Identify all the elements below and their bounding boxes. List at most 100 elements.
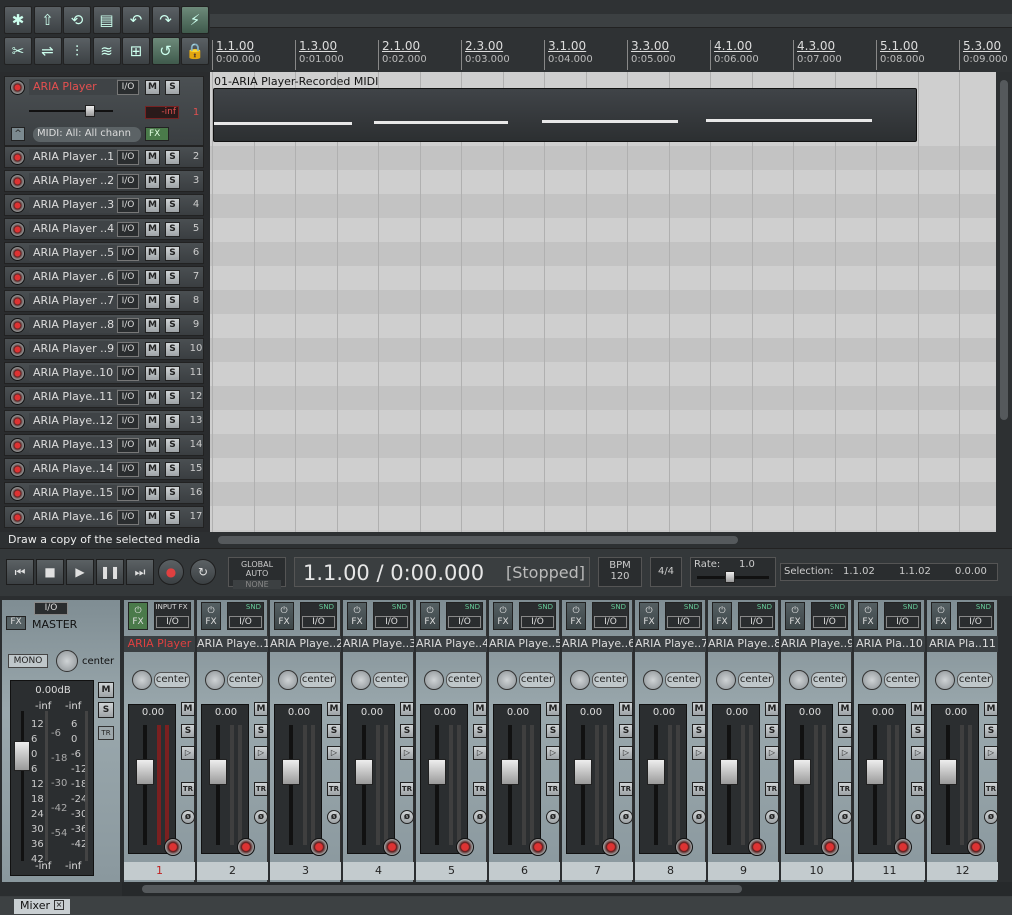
monitor-icon[interactable]: ▷ — [546, 746, 560, 760]
solo-button[interactable]: S — [165, 318, 180, 333]
track-name[interactable]: ARIA Playe..15 — [29, 485, 117, 501]
record-arm-button[interactable] — [383, 838, 401, 856]
lock-icon[interactable]: 🔒 — [181, 37, 209, 65]
track-row[interactable]: ARIA Player ..6 I/O M S 7 — [4, 266, 204, 288]
track-name[interactable]: ARIA Player ..5 — [29, 245, 117, 261]
volume-fader[interactable] — [939, 759, 957, 785]
record-arm-button[interactable] — [10, 438, 25, 453]
trim-button[interactable]: TR — [254, 782, 268, 796]
mute-button[interactable]: M — [911, 702, 925, 716]
mute-button[interactable]: M — [181, 702, 195, 716]
phase-icon[interactable]: ø — [619, 810, 633, 824]
fader-track[interactable] — [216, 725, 220, 845]
phase-icon[interactable]: ø — [984, 810, 998, 824]
mute-button[interactable]: M — [984, 702, 998, 716]
record-arm-button[interactable] — [529, 838, 547, 856]
volume-fader[interactable] — [282, 759, 300, 785]
io-button[interactable]: I/O — [667, 616, 700, 628]
solo-button[interactable]: S — [165, 366, 180, 381]
mono-button[interactable]: MONO — [8, 654, 48, 668]
mute-button[interactable]: M — [145, 486, 160, 501]
solo-button[interactable]: S — [165, 342, 180, 357]
track-row[interactable]: ARIA Playe..15 I/O M S 16 — [4, 482, 204, 504]
track-lane[interactable] — [210, 410, 996, 434]
track-row[interactable]: ARIA Playe..14 I/O M S 15 — [4, 458, 204, 480]
monitor-icon[interactable]: ▷ — [181, 746, 195, 760]
record-arm-button[interactable] — [10, 342, 25, 357]
pan-knob[interactable] — [789, 670, 809, 690]
pan-knob[interactable] — [132, 670, 152, 690]
time-signature[interactable]: 4/4 — [650, 557, 682, 587]
track-lane[interactable] — [210, 146, 996, 170]
track-name[interactable]: ARIA Player ..7 — [29, 293, 117, 309]
io-button[interactable]: I/O — [375, 616, 408, 628]
io-button[interactable]: I/O — [117, 222, 139, 237]
io-button[interactable]: I/O — [117, 174, 139, 189]
record-arm-button[interactable] — [310, 838, 328, 856]
pan-knob[interactable] — [424, 670, 444, 690]
trim-button[interactable]: TR — [765, 782, 779, 796]
strip-name[interactable]: ARIA Playe..3 — [343, 636, 414, 652]
phase-icon[interactable]: ø — [327, 810, 341, 824]
go-to-end-button[interactable]: ⏭ — [126, 559, 154, 585]
open-project-icon[interactable]: ⇧ — [33, 6, 62, 34]
monitor-icon[interactable]: ▷ — [400, 746, 414, 760]
solo-button[interactable]: S — [165, 414, 180, 429]
io-button[interactable]: I/O — [117, 150, 139, 165]
fx-button[interactable]: ⏻ FX — [201, 602, 221, 630]
io-button[interactable]: I/O — [117, 486, 139, 501]
master-fader[interactable] — [14, 741, 30, 771]
mute-button[interactable]: M — [619, 702, 633, 716]
fx-button[interactable]: FX — [145, 127, 169, 141]
monitor-icon[interactable]: ▷ — [984, 746, 998, 760]
strip-name[interactable]: ARIA Playe..8 — [708, 636, 779, 652]
mute-button[interactable]: M — [473, 702, 487, 716]
track-name[interactable]: ARIA Playe..16 — [29, 509, 117, 525]
locking-icon[interactable]: ≋ — [92, 37, 121, 65]
volume-fader[interactable] — [428, 759, 446, 785]
io-button[interactable]: I/O — [229, 616, 262, 628]
master-fx-button[interactable]: FX — [6, 616, 26, 630]
solo-button[interactable]: S — [692, 724, 706, 738]
mute-button[interactable]: M — [400, 702, 414, 716]
record-arm-button[interactable] — [894, 838, 912, 856]
strip-name[interactable]: ARIA Playe..2 — [270, 636, 341, 652]
master-fader-track[interactable] — [21, 711, 24, 861]
fader-track[interactable] — [946, 725, 950, 845]
io-button[interactable]: I/O — [521, 616, 554, 628]
arrange-vertical-scrollbar[interactable] — [996, 72, 1012, 532]
solo-button[interactable]: S — [165, 222, 180, 237]
mute-button[interactable]: M — [765, 702, 779, 716]
io-button[interactable]: I/O — [117, 438, 139, 453]
monitor-icon[interactable]: ▷ — [327, 746, 341, 760]
record-arm-button[interactable] — [10, 318, 25, 333]
arrange-view[interactable]: 01-ARIA Player-Recorded MIDI — [210, 72, 996, 532]
io-button[interactable]: I/O — [594, 616, 627, 628]
phase-icon[interactable]: ø — [765, 810, 779, 824]
strip-name[interactable]: ARIA Playe..5 — [489, 636, 560, 652]
ripple-edit-icon[interactable]: ⇌ — [33, 37, 62, 65]
phase-icon[interactable]: ø — [181, 810, 195, 824]
track-name[interactable]: ARIA Player ..2 — [29, 173, 117, 189]
track-name[interactable]: ARIA Player ..1 — [29, 149, 117, 165]
record-arm-button[interactable] — [10, 390, 25, 405]
track-row[interactable]: ARIA Playe..11 I/O M S 12 — [4, 386, 204, 408]
fx-button[interactable]: ⏻ FX — [493, 602, 513, 630]
redo-icon[interactable]: ↷ — [151, 6, 180, 34]
mute-button[interactable]: M — [254, 702, 268, 716]
solo-button[interactable]: S — [165, 390, 180, 405]
solo-button[interactable]: S — [400, 724, 414, 738]
phase-icon[interactable]: ø — [546, 810, 560, 824]
fx-button[interactable]: ⏻ FX — [566, 602, 586, 630]
solo-button[interactable]: S — [546, 724, 560, 738]
record-arm-button[interactable] — [237, 838, 255, 856]
io-button[interactable]: I/O — [117, 462, 139, 477]
fader-track[interactable] — [435, 725, 439, 845]
record-arm-button[interactable] — [10, 294, 25, 309]
pan-knob[interactable] — [643, 670, 663, 690]
track-lane[interactable] — [210, 482, 996, 506]
solo-button[interactable]: S — [165, 150, 180, 165]
track-name[interactable]: ARIA Playe..13 — [29, 437, 117, 453]
mute-button[interactable]: M — [145, 438, 160, 453]
solo-button[interactable]: S — [165, 486, 180, 501]
